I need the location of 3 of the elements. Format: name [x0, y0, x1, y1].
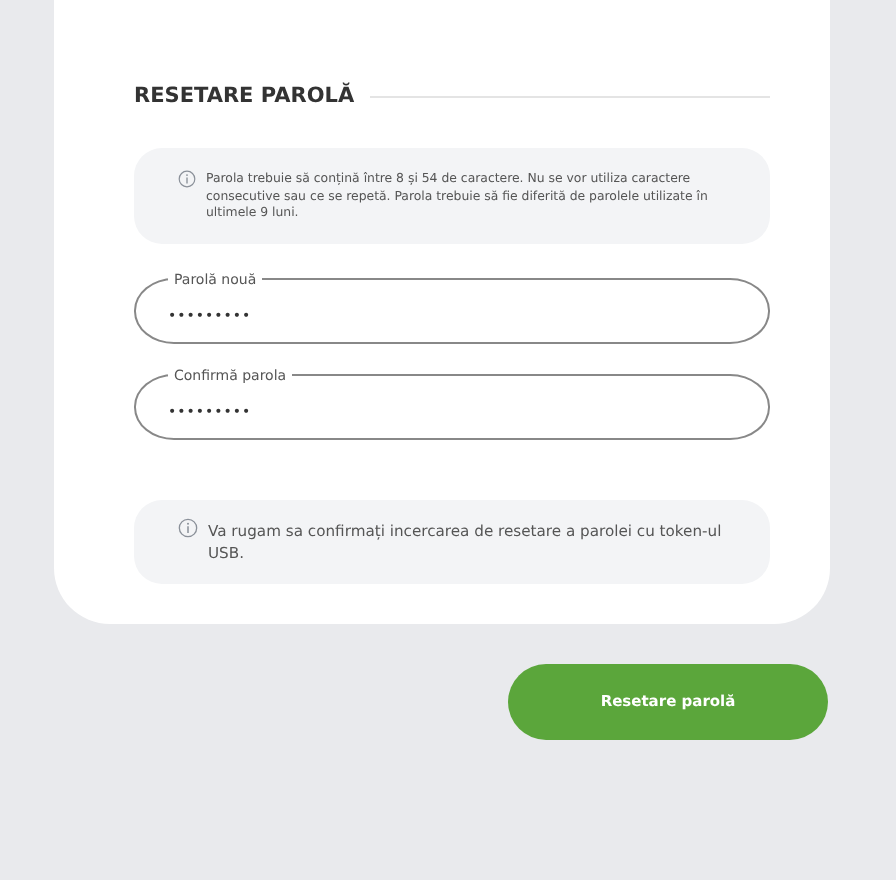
section-title: RESETARE PAROLĂ [134, 84, 355, 108]
info-icon [178, 170, 196, 188]
info-icon [178, 517, 198, 537]
